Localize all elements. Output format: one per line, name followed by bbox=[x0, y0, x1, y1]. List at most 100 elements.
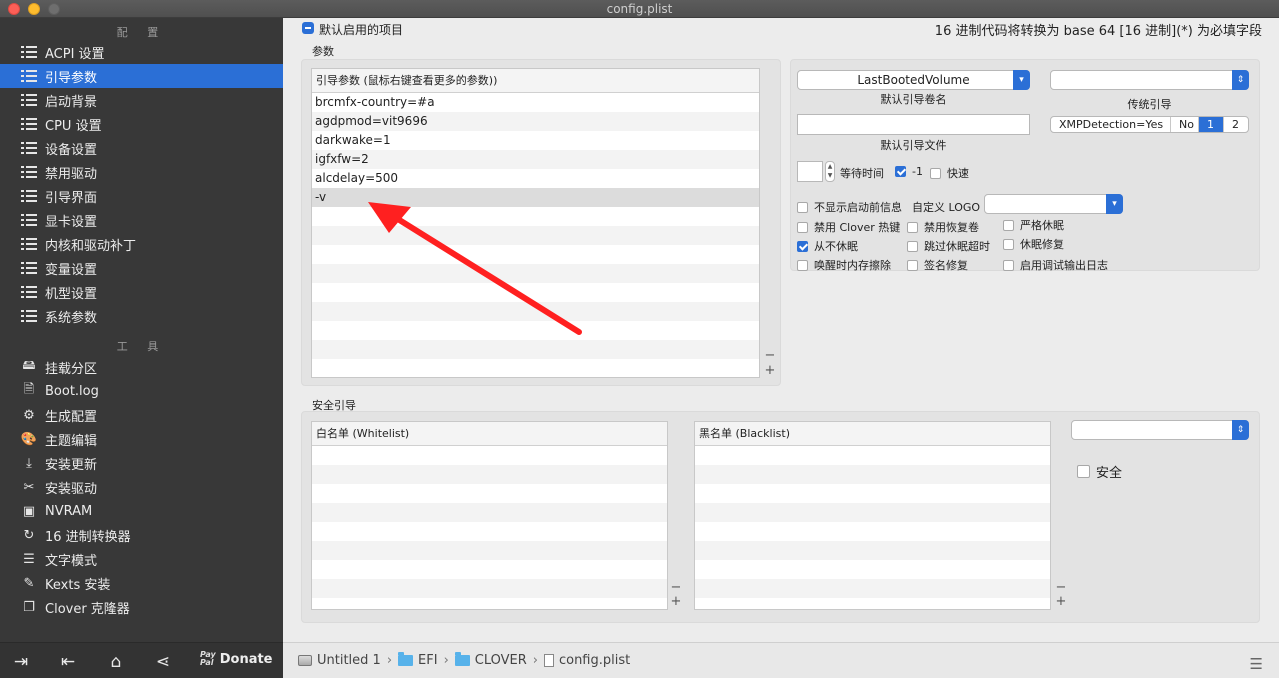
table-row[interactable] bbox=[312, 503, 667, 522]
remove-boot-arg-button[interactable]: − bbox=[763, 349, 777, 363]
path-item-volume[interactable]: Untitled 1 bbox=[298, 653, 381, 668]
debug-log-checkbox[interactable]: 启用调试输出日志 bbox=[1003, 257, 1108, 273]
sidebar-item[interactable]: 🎨 主题编辑 bbox=[0, 427, 283, 451]
table-row[interactable] bbox=[695, 522, 1050, 541]
custom-logo-popup[interactable]: ▾ bbox=[984, 194, 1123, 214]
table-row[interactable] bbox=[695, 560, 1050, 579]
sidebar-item[interactable]: ✂ 安装驱动 bbox=[0, 475, 283, 499]
table-row[interactable] bbox=[312, 465, 667, 484]
sidebar-item[interactable]: 引导参数 bbox=[0, 64, 283, 88]
sidebar-item[interactable]: 机型设置 bbox=[0, 280, 283, 304]
legacy-popup[interactable]: ⇕ bbox=[1050, 70, 1249, 90]
table-row[interactable] bbox=[695, 579, 1050, 598]
add-whitelist-button[interactable]: + bbox=[669, 595, 683, 609]
menu-lines-icon[interactable]: ☰ bbox=[1250, 655, 1263, 673]
sidebar-item-label: 挂载分区 bbox=[45, 361, 98, 377]
no-early-progress-checkbox[interactable]: 不显示启动前信息 bbox=[797, 199, 902, 215]
sidebar-item[interactable]: ↻ 16 进制转换器 bbox=[0, 523, 283, 547]
sidebar-item[interactable]: 🗎 Boot.log bbox=[0, 379, 283, 403]
add-boot-arg-button[interactable]: + bbox=[763, 364, 777, 378]
sidebar-item[interactable]: 禁用驱动 bbox=[0, 160, 283, 184]
blacklist-table[interactable]: 黑名单 (Blacklist) bbox=[694, 421, 1051, 610]
table-row[interactable] bbox=[312, 522, 667, 541]
sidebar-item[interactable]: ☰ 文字模式 bbox=[0, 547, 283, 571]
skip-hibernate-timeout-checkbox[interactable]: 跳过休眠超时 bbox=[907, 238, 990, 254]
path-item-efi[interactable]: EFI bbox=[398, 652, 438, 668]
sidebar-item[interactable]: ▣ NVRAM bbox=[0, 499, 283, 523]
blacklist-header: 黑名单 (Blacklist) bbox=[695, 422, 1050, 446]
table-row[interactable] bbox=[312, 579, 667, 598]
share-icon[interactable]: ⋖ bbox=[152, 651, 174, 673]
sidebar-item[interactable]: 显卡设置 bbox=[0, 208, 283, 232]
table-row[interactable]: igfxfw=2 bbox=[312, 150, 759, 169]
remove-blacklist-button[interactable]: − bbox=[1054, 581, 1068, 595]
table-row[interactable]: darkwake=1 bbox=[312, 131, 759, 150]
default-loader-field[interactable] bbox=[797, 114, 1030, 135]
table-row[interactable] bbox=[312, 560, 667, 579]
table-row[interactable]: agdpmod=vit9696 bbox=[312, 112, 759, 131]
import-icon[interactable]: ⇥ bbox=[10, 651, 32, 673]
list-icon bbox=[20, 187, 38, 205]
sidebar-item[interactable]: 变量设置 bbox=[0, 256, 283, 280]
timeout-field[interactable] bbox=[797, 161, 823, 182]
table-row[interactable] bbox=[695, 446, 1050, 465]
sidebar-item-label: Kexts 安装 bbox=[45, 577, 111, 593]
table-row[interactable] bbox=[312, 541, 667, 560]
table-row[interactable] bbox=[695, 503, 1050, 522]
table-row[interactable] bbox=[695, 598, 1050, 609]
xmp-option-1[interactable]: 1 bbox=[1199, 117, 1224, 132]
sidebar-item[interactable]: ✎ Kexts 安装 bbox=[0, 571, 283, 595]
table-row[interactable]: brcmfx-country=#a bbox=[312, 93, 759, 112]
table-row[interactable] bbox=[312, 359, 759, 377]
signature-fix-checkbox[interactable]: 签名修复 bbox=[907, 257, 968, 273]
table-row[interactable] bbox=[695, 465, 1050, 484]
rtc-wipe-checkbox[interactable]: 唤醒时内存擦除 bbox=[797, 257, 891, 273]
sidebar-item[interactable]: 系统参数 bbox=[0, 304, 283, 328]
export-icon[interactable]: ⇤ bbox=[57, 651, 79, 673]
xmp-segmented-control[interactable]: XMPDetection=Yes No 1 2 bbox=[1050, 116, 1249, 133]
sidebar-item[interactable]: 内核和驱动补丁 bbox=[0, 232, 283, 256]
disable-clover-hotkeys-checkbox[interactable]: 禁用 Clover 热键 bbox=[797, 219, 900, 235]
table-row[interactable] bbox=[695, 541, 1050, 560]
disable-recovery-checkbox[interactable]: 禁用恢复卷 bbox=[907, 219, 979, 235]
folder-icon bbox=[454, 652, 470, 666]
xmp-option-yes[interactable]: XMPDetection=Yes bbox=[1051, 117, 1171, 132]
add-blacklist-button[interactable]: + bbox=[1054, 595, 1068, 609]
table-row[interactable] bbox=[312, 446, 667, 465]
sidebar-item[interactable]: 启动背景 bbox=[0, 88, 283, 112]
whitelist-table[interactable]: 白名单 (Whitelist) bbox=[311, 421, 668, 610]
sidebar-item[interactable]: CPU 设置 bbox=[0, 112, 283, 136]
table-row[interactable] bbox=[312, 598, 667, 609]
palette-icon: 🎨 bbox=[20, 431, 38, 447]
table-row[interactable] bbox=[312, 484, 667, 503]
fast-checkbox[interactable]: 快速 bbox=[930, 165, 969, 181]
sidebar-item[interactable]: ⤓ 安装更新 bbox=[0, 451, 283, 475]
sidebar-item-label: 启动背景 bbox=[45, 94, 98, 110]
hibernate-fix-checkbox[interactable]: 休眠修复 bbox=[1003, 236, 1064, 252]
timeout-stepper[interactable]: ▲ ▼ bbox=[825, 161, 835, 182]
sidebar-item[interactable]: 设备设置 bbox=[0, 136, 283, 160]
sidebar-item[interactable]: ❐ Clover 克隆器 bbox=[0, 595, 283, 619]
secure-checkbox[interactable]: 安全 bbox=[1077, 462, 1122, 481]
sidebar-item-label: 显卡设置 bbox=[45, 214, 98, 230]
minus-one-checkbox[interactable]: -1 bbox=[895, 165, 923, 178]
table-row[interactable] bbox=[695, 484, 1050, 503]
home-icon[interactable]: ⌂ bbox=[105, 651, 127, 673]
default-enabled-checkbox[interactable] bbox=[302, 22, 314, 34]
wrench-icon: ✂ bbox=[23, 479, 35, 495]
path-item-file[interactable]: config.plist bbox=[543, 653, 630, 668]
remove-whitelist-button[interactable]: − bbox=[669, 581, 683, 595]
path-item-clover[interactable]: CLOVER bbox=[454, 652, 527, 668]
sidebar-item[interactable]: 🖴 挂载分区 bbox=[0, 355, 283, 379]
never-hibernate-checkbox[interactable]: 从不休眠 bbox=[797, 238, 858, 254]
xmp-option-no[interactable]: No bbox=[1171, 117, 1199, 132]
secure-boot-policy-popup[interactable]: ⇕ bbox=[1071, 420, 1249, 440]
sidebar-item[interactable]: ACPI 设置 bbox=[0, 40, 283, 64]
table-row[interactable]: alcdelay=500 bbox=[312, 169, 759, 188]
sidebar-item[interactable]: ⚙ 生成配置 bbox=[0, 403, 283, 427]
donate-button[interactable]: Pay Pal Donate bbox=[200, 651, 273, 667]
strict-hibernate-checkbox[interactable]: 严格休眠 bbox=[1003, 217, 1064, 233]
sidebar-item[interactable]: 引导界面 bbox=[0, 184, 283, 208]
default-volume-popup[interactable]: LastBootedVolume ▾ bbox=[797, 70, 1030, 90]
xmp-option-2[interactable]: 2 bbox=[1224, 117, 1248, 132]
